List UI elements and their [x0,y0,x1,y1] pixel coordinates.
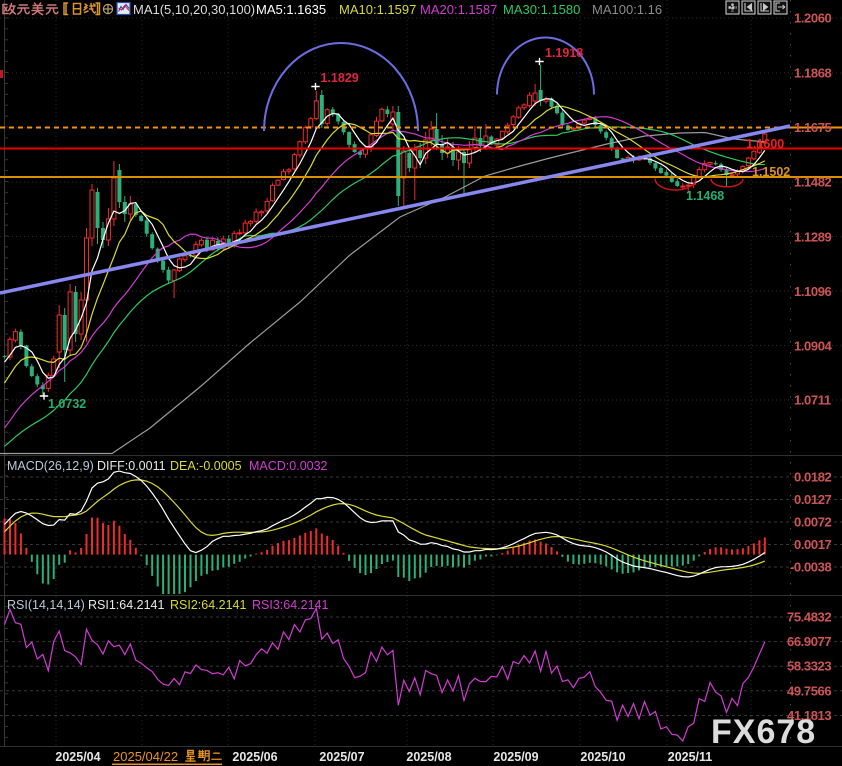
svg-text:2025/06: 2025/06 [232,750,277,764]
svg-text:1.1482: 1.1482 [794,175,832,190]
svg-text:1.1096: 1.1096 [794,284,832,299]
svg-text:MA30:1.1580: MA30:1.1580 [503,2,580,17]
svg-text:1.1600: 1.1600 [746,137,784,151]
svg-text:MA1(5,10,20,30,100): MA1(5,10,20,30,100) [133,2,255,17]
svg-text:58.3323: 58.3323 [787,659,831,674]
svg-text:MA10:1.1597: MA10:1.1597 [339,2,416,17]
svg-text:2025/11: 2025/11 [668,750,713,764]
svg-text:1.1675: 1.1675 [794,120,832,135]
svg-text:2025/04/22: 2025/04/22 [113,749,178,764]
svg-text:2025/09: 2025/09 [493,750,538,764]
svg-text:2025/04: 2025/04 [55,750,100,764]
svg-text:MA20:1.1587: MA20:1.1587 [420,2,497,17]
svg-text:0.0182: 0.0182 [794,470,832,485]
svg-text:MA100:1.16: MA100:1.16 [592,2,662,17]
svg-text:RSI3:64.2141: RSI3:64.2141 [252,598,328,612]
svg-text:1.2060: 1.2060 [794,11,832,26]
svg-text:1.1918: 1.1918 [545,46,583,60]
svg-text:66.9077: 66.9077 [787,634,831,649]
svg-text:0.0072: 0.0072 [794,515,832,530]
svg-text:-0.0038: -0.0038 [790,560,831,575]
svg-text:RSI(14,14,14): RSI(14,14,14) [7,598,85,612]
svg-text:1.1468: 1.1468 [686,189,724,203]
svg-text:2025/10: 2025/10 [580,750,625,764]
svg-text:75.4832: 75.4832 [787,610,831,625]
svg-text:RSI2:64.2141: RSI2:64.2141 [170,598,246,612]
svg-text:2025/08: 2025/08 [406,750,451,764]
svg-text:1.0711: 1.0711 [794,393,831,408]
svg-text:49.7566: 49.7566 [787,683,831,698]
svg-text:2025/07: 2025/07 [319,750,364,764]
svg-text:MACD:0.0032: MACD:0.0032 [249,459,328,473]
svg-text:0.0017: 0.0017 [794,537,832,552]
svg-text:1.1868: 1.1868 [794,66,832,81]
svg-text:DIFF:0.0011: DIFF:0.0011 [97,459,166,473]
svg-text:MACD(26,12,9): MACD(26,12,9) [7,459,94,473]
svg-text:1.1289: 1.1289 [794,230,832,245]
svg-text:1.0732: 1.0732 [48,397,86,411]
svg-text:1.0904: 1.0904 [794,339,833,354]
svg-text:DEA:-0.0005: DEA:-0.0005 [170,459,242,473]
svg-text:1.1829: 1.1829 [321,71,359,85]
svg-text:1.1502: 1.1502 [752,165,790,179]
svg-text:MA5:1.1635: MA5:1.1635 [256,2,326,17]
svg-text:RSI1:64.2141: RSI1:64.2141 [88,598,164,612]
svg-text:0.0127: 0.0127 [794,492,832,507]
svg-text:FX678: FX678 [711,713,816,751]
